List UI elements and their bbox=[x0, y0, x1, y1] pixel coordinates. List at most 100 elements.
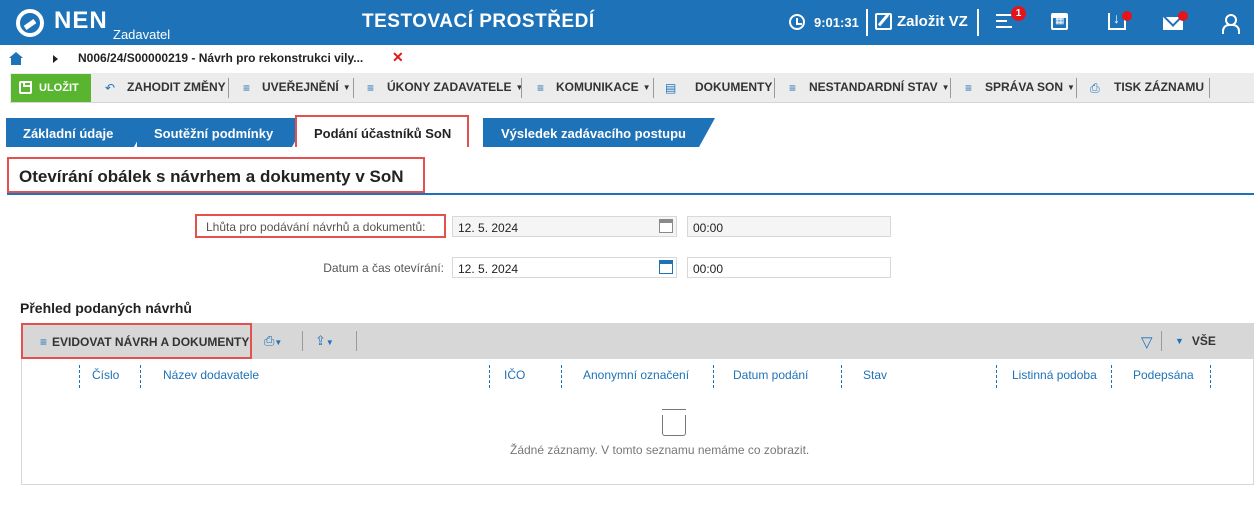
list-action-icon: ≡ bbox=[367, 81, 375, 95]
environment-title: TESTOVACÍ PROSTŘEDÍ bbox=[362, 11, 595, 32]
toolbar-divider bbox=[353, 78, 354, 98]
opening-time-value: 00:00 bbox=[693, 262, 724, 276]
tab-basic-info[interactable]: Základní údaje bbox=[6, 118, 150, 147]
column-header-ico[interactable]: IČO bbox=[504, 368, 525, 382]
nen-logo-icon bbox=[16, 9, 44, 37]
column-header-paper-form[interactable]: Listinná podoba bbox=[1012, 368, 1097, 382]
opening-label: Datum a čas otevírání: bbox=[323, 261, 444, 275]
edit-icon bbox=[875, 13, 892, 30]
nonstandard-label: NESTANDARDNÍ STAV bbox=[809, 80, 938, 94]
tab-bar: Základní údaje Soutěžní podmínky Podání … bbox=[0, 115, 1254, 147]
tab-procedure-result[interactable]: Výsledek zadávacího postupu bbox=[483, 118, 715, 147]
list-action-icon: ≡ bbox=[789, 81, 797, 95]
column-divider bbox=[140, 365, 141, 388]
deadline-time-field: 00:00 bbox=[687, 216, 891, 237]
calendar-icon bbox=[659, 219, 673, 233]
toolbar-divider bbox=[774, 78, 775, 98]
save-button[interactable]: ULOŽIT bbox=[11, 74, 91, 102]
save-label: ULOŽIT bbox=[39, 82, 79, 94]
view-all-label: VŠE bbox=[1191, 334, 1216, 348]
toolbar-divider bbox=[1209, 78, 1210, 98]
column-divider bbox=[841, 365, 842, 388]
chevron-down-icon: ▼ bbox=[941, 83, 950, 92]
column-header-signed[interactable]: Podepsána bbox=[1133, 368, 1194, 382]
top-bar: NEN Zadavatel TESTOVACÍ PROSTŘEDÍ 9:01:3… bbox=[0, 0, 1254, 45]
toolbar-divider bbox=[521, 78, 522, 98]
chevron-down-icon: ▼ bbox=[1175, 336, 1184, 346]
menu-icon[interactable] bbox=[996, 14, 1012, 28]
export-icon[interactable]: ⇪▼ bbox=[315, 333, 334, 349]
chevron-down-icon: ▼ bbox=[642, 83, 651, 92]
section-title: Otevírání obálek s návrhem a dokumenty v… bbox=[7, 157, 425, 193]
main-toolbar: ULOŽIT ↶ ZAHODIT ZMĚNY ≡ UVEŘEJNĚNÍ ▼ ≡ Ú… bbox=[10, 73, 1254, 103]
publish-menu[interactable]: UVEŘEJNĚNÍ ▼ bbox=[262, 80, 351, 94]
column-divider bbox=[1210, 365, 1211, 388]
print-record-button[interactable]: TISK ZÁZNAMU bbox=[1114, 80, 1204, 94]
calendar-icon[interactable] bbox=[1051, 13, 1068, 30]
tab-competition-conditions[interactable]: Soutěžní podmínky bbox=[137, 118, 308, 147]
submissions-table: Číslo Název dodavatele IČO Anonymní ozna… bbox=[21, 359, 1254, 485]
list-action-icon: ≡ bbox=[40, 335, 48, 349]
column-header-submission-date[interactable]: Datum podání bbox=[733, 368, 808, 382]
deadline-date-field: 12. 5. 2024 bbox=[452, 216, 677, 237]
undo-icon: ↶ bbox=[105, 81, 116, 95]
print-icon[interactable]: ⎙▼ bbox=[264, 333, 282, 349]
actions-label: ÚKONY ZADAVATELE bbox=[387, 80, 512, 94]
toolbar-divider bbox=[950, 78, 951, 98]
mail-alert-dot bbox=[1178, 11, 1188, 21]
section-divider bbox=[7, 193, 1254, 195]
close-icon[interactable]: ✕ bbox=[392, 49, 404, 66]
tab-participant-submissions[interactable]: Podání účastníků SoN bbox=[295, 115, 469, 147]
son-management-menu[interactable]: SPRÁVA SON ▼ bbox=[985, 80, 1075, 94]
user-icon[interactable] bbox=[1222, 14, 1240, 34]
toolbar-divider bbox=[1076, 78, 1077, 98]
chevron-down-icon: ▼ bbox=[1067, 83, 1075, 92]
discard-button[interactable]: ZAHODIT ZMĚNY bbox=[127, 80, 226, 94]
breadcrumb: N006/24/S00000219 - Návrh pro rekonstruk… bbox=[0, 45, 1254, 73]
column-divider bbox=[996, 365, 997, 388]
list-action-icon: ≡ bbox=[965, 81, 973, 95]
column-header-anonymous[interactable]: Anonymní označení bbox=[583, 368, 689, 382]
opening-date-field[interactable]: 12. 5. 2024 bbox=[452, 257, 677, 278]
logo-subtitle: Zadavatel bbox=[113, 27, 171, 42]
actions-menu[interactable]: ÚKONY ZADAVATELE ▼ bbox=[387, 80, 523, 94]
opening-time-field[interactable]: 00:00 bbox=[687, 257, 891, 278]
create-contract-button[interactable]: Založit VZ bbox=[897, 13, 968, 30]
nonstandard-state-menu[interactable]: NESTANDARDNÍ STAV ▼ bbox=[809, 80, 950, 94]
notification-badge: 1 bbox=[1011, 6, 1026, 21]
empty-state-text: Žádné záznamy. V tomto seznamu nemáme co… bbox=[510, 443, 810, 457]
publish-label: UVEŘEJNĚNÍ bbox=[262, 80, 339, 94]
home-icon[interactable] bbox=[9, 52, 23, 65]
column-header-status[interactable]: Stav bbox=[863, 368, 887, 382]
breadcrumb-current[interactable]: N006/24/S00000219 - Návrh pro rekonstruk… bbox=[78, 51, 363, 65]
son-label: SPRÁVA SON bbox=[985, 80, 1064, 94]
column-divider bbox=[79, 365, 80, 388]
session-time: 9:01:31 bbox=[814, 15, 859, 30]
list-action-icon: ≡ bbox=[537, 81, 545, 95]
document-icon: ▤ bbox=[665, 81, 677, 95]
view-all-menu[interactable]: ▼ VŠE bbox=[1175, 334, 1216, 348]
list-action-icon: ≡ bbox=[243, 81, 251, 95]
deadline-time-value: 00:00 bbox=[693, 221, 724, 235]
opening-date-value: 12. 5. 2024 bbox=[458, 262, 519, 276]
register-submission-button[interactable]: ≡ EVIDOVAT NÁVRH A DOKUMENTY bbox=[21, 323, 252, 359]
column-header-number[interactable]: Číslo bbox=[92, 368, 119, 382]
deadline-label: Lhůta pro podávání návrhů a dokumentů: bbox=[195, 214, 446, 238]
header-divider bbox=[866, 9, 868, 36]
header-divider bbox=[977, 9, 979, 36]
column-header-supplier[interactable]: Název dodavatele bbox=[163, 368, 259, 382]
breadcrumb-arrow-icon bbox=[53, 55, 58, 63]
calendar-icon[interactable] bbox=[659, 260, 673, 274]
submissions-title: Přehled podaných návrhů bbox=[20, 300, 192, 316]
column-divider bbox=[713, 365, 714, 388]
communication-menu[interactable]: KOMUNIKACE ▼ bbox=[556, 80, 651, 94]
toolbar-divider bbox=[356, 331, 357, 351]
documents-button[interactable]: DOKUMENTY bbox=[695, 80, 772, 94]
inbox-alert-dot bbox=[1122, 11, 1132, 21]
toolbar-divider bbox=[228, 78, 229, 98]
toolbar-divider bbox=[302, 331, 303, 351]
toolbar-divider bbox=[1161, 331, 1162, 351]
filter-icon[interactable]: ▽ bbox=[1141, 333, 1153, 351]
logo-text: NEN bbox=[54, 7, 108, 34]
empty-inbox-icon bbox=[662, 409, 686, 436]
